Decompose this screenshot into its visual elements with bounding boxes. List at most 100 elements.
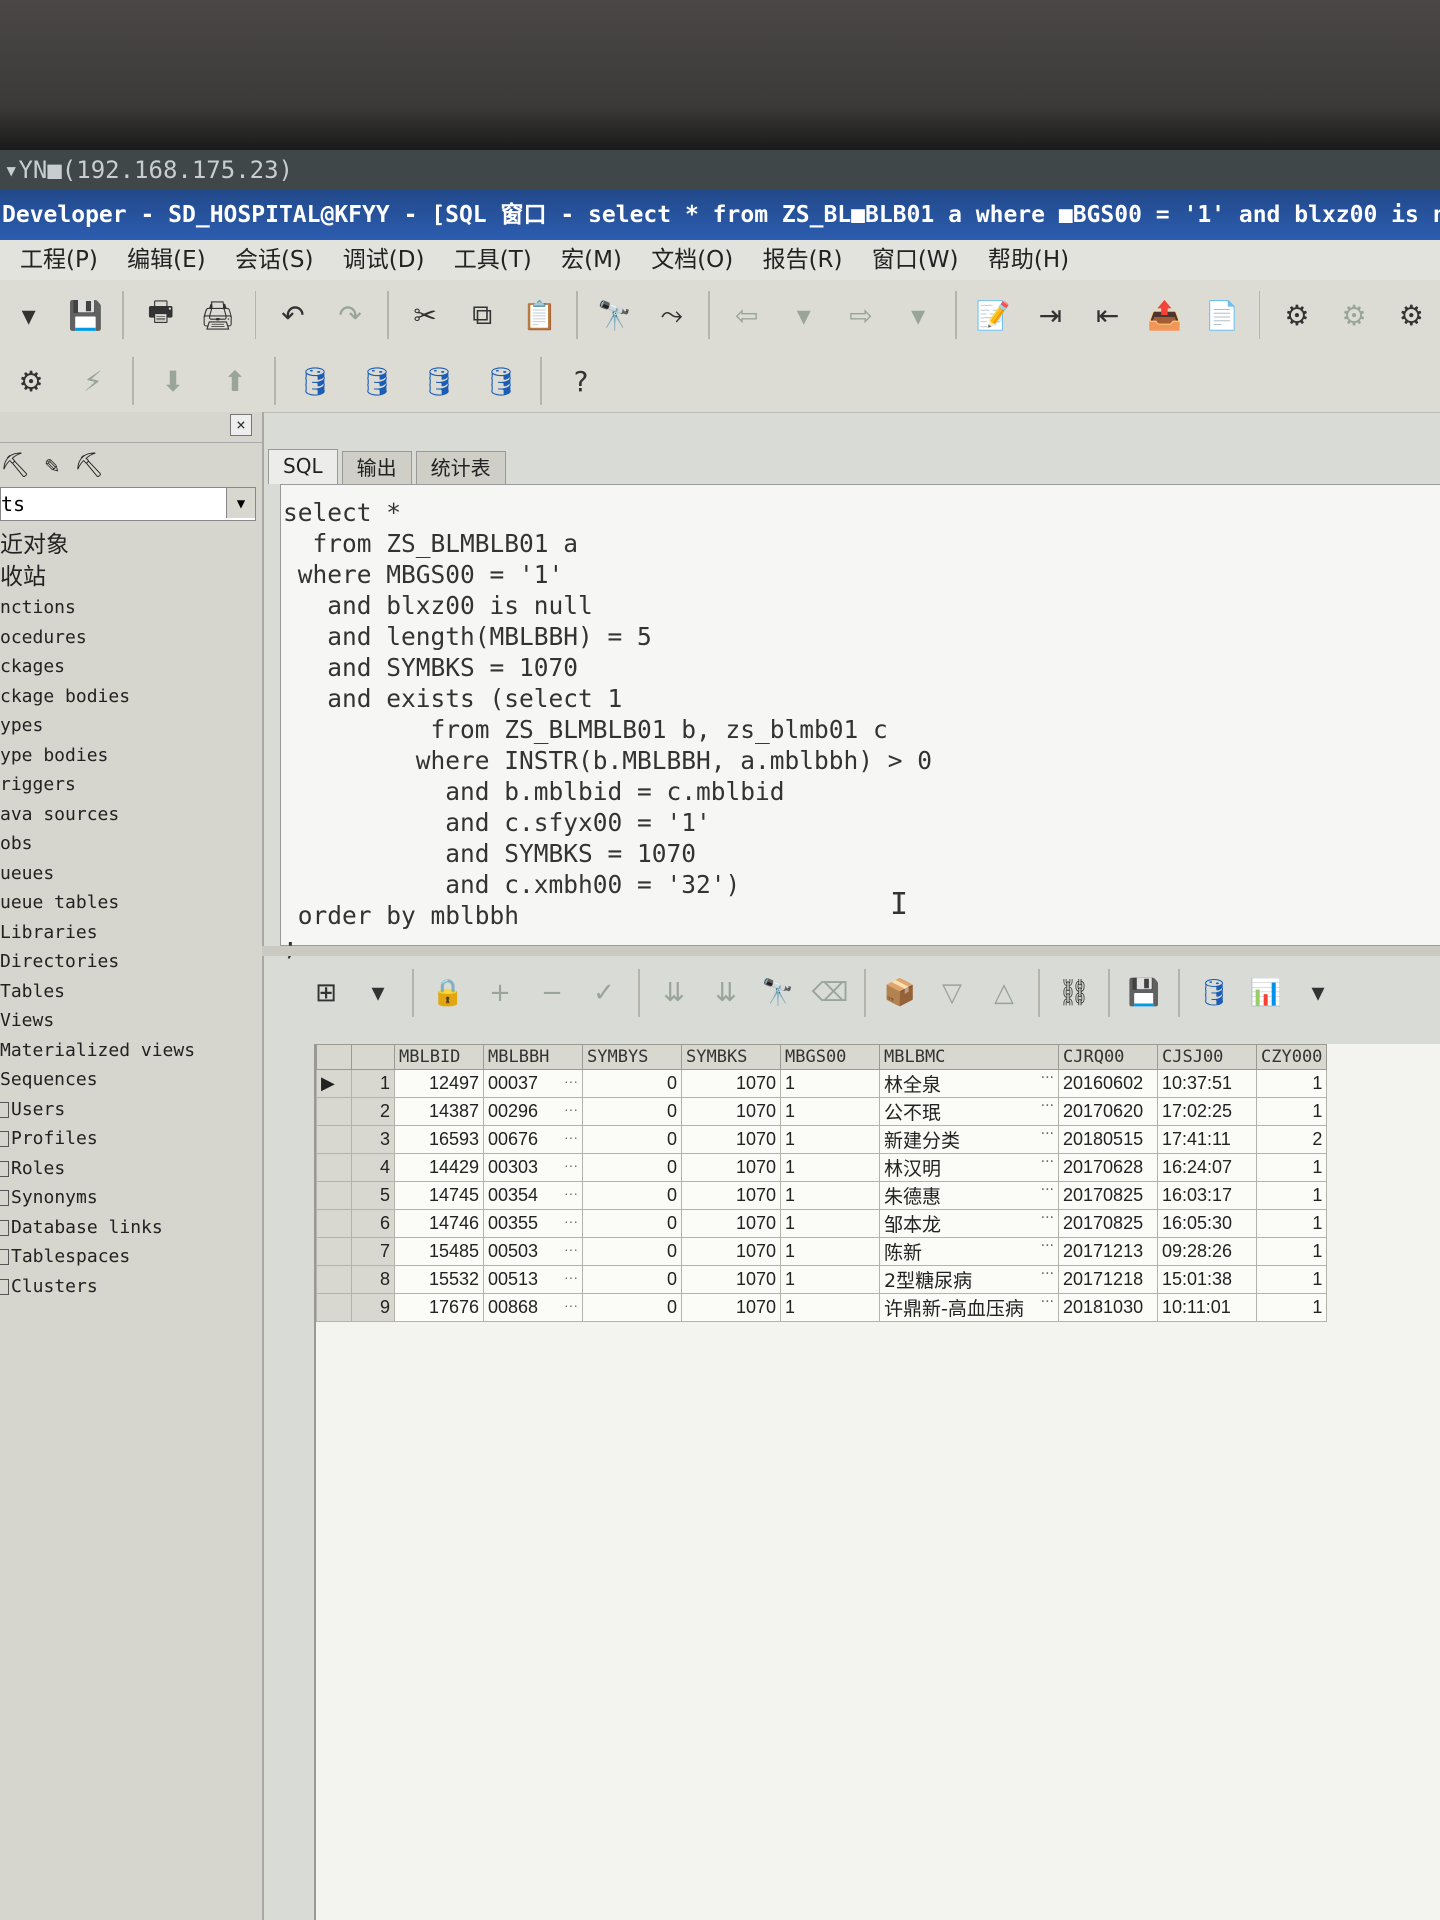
cell-czy000[interactable]: 1 bbox=[1255, 1069, 1328, 1098]
tab-statistics[interactable]: 统计表 bbox=[415, 451, 506, 484]
tree-item[interactable]: Tablespaces bbox=[0, 1242, 262, 1272]
tree-item[interactable]: riggers bbox=[0, 770, 262, 800]
redo-icon[interactable]: ↷ bbox=[330, 292, 371, 338]
cell-cjrq00[interactable]: 20171213 bbox=[1058, 1237, 1158, 1266]
cell-mblbid[interactable]: 16593 bbox=[394, 1125, 484, 1154]
cell-mblbid[interactable]: 14746 bbox=[394, 1209, 484, 1238]
cell-cjrq00[interactable]: 20170825 bbox=[1058, 1209, 1158, 1238]
ellipsis-button[interactable]: ··· bbox=[1041, 1182, 1054, 1198]
column-header[interactable]: MBLBMC bbox=[879, 1044, 1059, 1070]
query-tree-icon[interactable]: ⛓ bbox=[1054, 973, 1094, 1013]
paste-icon[interactable]: 📋 bbox=[519, 292, 560, 338]
cell-mblbid[interactable]: 15532 bbox=[394, 1265, 484, 1294]
table-row[interactable]: 5 14745 00354 ··· 0 1070 1 朱德惠 ··· 20170825 16:03:… bbox=[316, 1181, 1328, 1210]
cell-mblbid[interactable]: 14429 bbox=[394, 1153, 484, 1182]
prev-icon[interactable]: △ bbox=[984, 973, 1024, 1013]
tree-item[interactable]: ocedures bbox=[0, 623, 262, 653]
tree-item[interactable]: Directories bbox=[0, 947, 262, 977]
undo-icon[interactable]: ↶ bbox=[272, 292, 313, 338]
cell-cjsj00[interactable]: 10:11:01 bbox=[1157, 1293, 1257, 1322]
chart-dropdown-icon[interactable]: ▾ bbox=[1298, 973, 1338, 1013]
row-number[interactable]: 2 bbox=[351, 1097, 395, 1126]
export-icon[interactable]: 📤 bbox=[1144, 292, 1185, 338]
ellipsis-button[interactable]: ··· bbox=[564, 1073, 578, 1089]
row-number[interactable]: 4 bbox=[351, 1153, 395, 1182]
cell-mbgs00[interactable]: 1 bbox=[780, 1153, 880, 1182]
tree-item[interactable]: obs bbox=[0, 829, 262, 859]
ellipsis-button[interactable]: ··· bbox=[1041, 1238, 1054, 1254]
cell-cjrq00[interactable]: 20170628 bbox=[1058, 1153, 1158, 1182]
ellipsis-button[interactable]: ··· bbox=[564, 1101, 578, 1117]
db-refresh-icon[interactable]: 🛢 bbox=[478, 358, 524, 404]
row-number[interactable]: 1 bbox=[351, 1069, 395, 1098]
cell-mblbbh[interactable]: 00354 ··· bbox=[483, 1181, 583, 1210]
ellipsis-button[interactable]: ··· bbox=[564, 1185, 578, 1201]
cell-mbgs00[interactable]: 1 bbox=[780, 1209, 880, 1238]
ellipsis-button[interactable]: ··· bbox=[564, 1297, 578, 1313]
cell-symbks[interactable]: 1070 bbox=[681, 1237, 781, 1266]
ellipsis-button[interactable]: ··· bbox=[1041, 1294, 1054, 1310]
menu-project[interactable]: 工程(P) bbox=[20, 240, 98, 280]
menu-window[interactable]: 窗口(W) bbox=[872, 240, 959, 280]
forward-dropdown-icon[interactable]: ▾ bbox=[898, 292, 939, 338]
results-grid[interactable]: MBLBID MBLBBH SYMBYS SYMBKS MBGS00 MBLBMC CJRQ… bbox=[314, 1044, 1440, 1920]
cell-mbgs00[interactable]: 1 bbox=[780, 1265, 880, 1294]
tree-item[interactable]: Materialized views bbox=[0, 1036, 262, 1066]
row-indicator-icon[interactable] bbox=[316, 1125, 352, 1154]
table-row[interactable]: 8 15532 00513 ··· 0 1070 1 2型糖尿病 ··· 20171218 15:0… bbox=[316, 1265, 1328, 1294]
print-preview-icon[interactable]: 🖨 bbox=[197, 292, 238, 338]
tree-item[interactable]: Roles bbox=[0, 1154, 262, 1184]
cell-czy000[interactable]: 1 bbox=[1255, 1097, 1328, 1126]
tab-sql[interactable]: SQL bbox=[268, 449, 338, 484]
menu-tools[interactable]: 工具(T) bbox=[454, 240, 532, 280]
ellipsis-button[interactable]: ··· bbox=[1041, 1210, 1054, 1226]
indent-icon[interactable]: ⇥ bbox=[1030, 292, 1071, 338]
cell-symbks[interactable]: 1070 bbox=[681, 1153, 781, 1182]
row-indicator-icon[interactable] bbox=[316, 1265, 352, 1294]
tree-item[interactable]: ueues bbox=[0, 859, 262, 889]
cell-mblbbh[interactable]: 00296 ··· bbox=[483, 1097, 583, 1126]
cell-cjrq00[interactable]: 20171218 bbox=[1058, 1265, 1158, 1294]
ellipsis-button[interactable]: ··· bbox=[1041, 1266, 1054, 1282]
import-icon[interactable]: 📄 bbox=[1201, 292, 1242, 338]
cell-mblbid[interactable]: 14745 bbox=[394, 1181, 484, 1210]
back-icon[interactable]: ⇦ bbox=[726, 292, 767, 338]
break-icon[interactable]: ⚙ bbox=[1276, 292, 1317, 338]
cell-cjrq00[interactable]: 20181030 bbox=[1058, 1293, 1158, 1322]
find-next-icon[interactable]: ⤳ bbox=[651, 292, 692, 338]
post-record-icon[interactable]: ✓ bbox=[584, 973, 624, 1013]
menu-reports[interactable]: 报告(R) bbox=[763, 240, 843, 280]
tree-item[interactable]: ckages bbox=[0, 652, 262, 682]
cell-mblbbh[interactable]: 00503 ··· bbox=[483, 1237, 583, 1266]
table-row[interactable]: ▶ 1 12497 00037 ··· 0 1070 1 林全泉 ··· 20160602 10:37… bbox=[316, 1069, 1328, 1098]
cell-mblbmc[interactable]: 许鼎新-高血压病 ··· bbox=[879, 1293, 1059, 1322]
column-header[interactable]: CJRQ00 bbox=[1058, 1044, 1158, 1070]
ellipsis-button[interactable]: ··· bbox=[564, 1269, 578, 1285]
help-icon[interactable]: ? bbox=[558, 358, 604, 404]
table-row[interactable]: 6 14746 00355 ··· 0 1070 1 邹本龙 ··· 20170825 16:05:… bbox=[316, 1209, 1328, 1238]
cell-mbgs00[interactable]: 1 bbox=[780, 1097, 880, 1126]
chart-icon[interactable]: 📊 bbox=[1246, 973, 1286, 1013]
commit-icon[interactable]: ⬇ bbox=[150, 358, 196, 404]
tree-item[interactable]: Profiles bbox=[0, 1124, 262, 1154]
browser-tool-icons[interactable]: ⛏ ✎ ⛏ bbox=[0, 443, 262, 487]
tab-output[interactable]: 输出 bbox=[341, 451, 412, 484]
row-number[interactable]: 9 bbox=[351, 1293, 395, 1322]
cell-mblbid[interactable]: 12497 bbox=[394, 1069, 484, 1098]
column-header[interactable]: MBGS00 bbox=[780, 1044, 880, 1070]
row-indicator-icon[interactable] bbox=[316, 1181, 352, 1210]
cell-symbys[interactable]: 0 bbox=[582, 1293, 682, 1322]
clear-icon[interactable]: ⌫ bbox=[810, 973, 850, 1013]
table-row[interactable]: 9 17676 00868 ··· 0 1070 1 许鼎新-高血压病 ··· 20181030 1… bbox=[316, 1293, 1328, 1322]
row-number[interactable]: 3 bbox=[351, 1125, 395, 1154]
cell-mblbbh[interactable]: 00303 ··· bbox=[483, 1153, 583, 1182]
cell-symbys[interactable]: 0 bbox=[582, 1069, 682, 1098]
menu-macro[interactable]: 宏(M) bbox=[561, 240, 622, 280]
cell-mbgs00[interactable]: 1 bbox=[780, 1069, 880, 1098]
tree-item[interactable]: ype bodies bbox=[0, 741, 262, 771]
tree-item[interactable]: 近对象 bbox=[0, 529, 262, 561]
cell-czy000[interactable]: 1 bbox=[1255, 1209, 1328, 1238]
cell-cjsj00[interactable]: 16:03:17 bbox=[1157, 1181, 1257, 1210]
table-row[interactable]: 2 14387 00296 ··· 0 1070 1 公不珉 ··· 20170620 17:02:… bbox=[316, 1097, 1328, 1126]
chevron-down-icon[interactable]: ▼ bbox=[226, 488, 255, 518]
